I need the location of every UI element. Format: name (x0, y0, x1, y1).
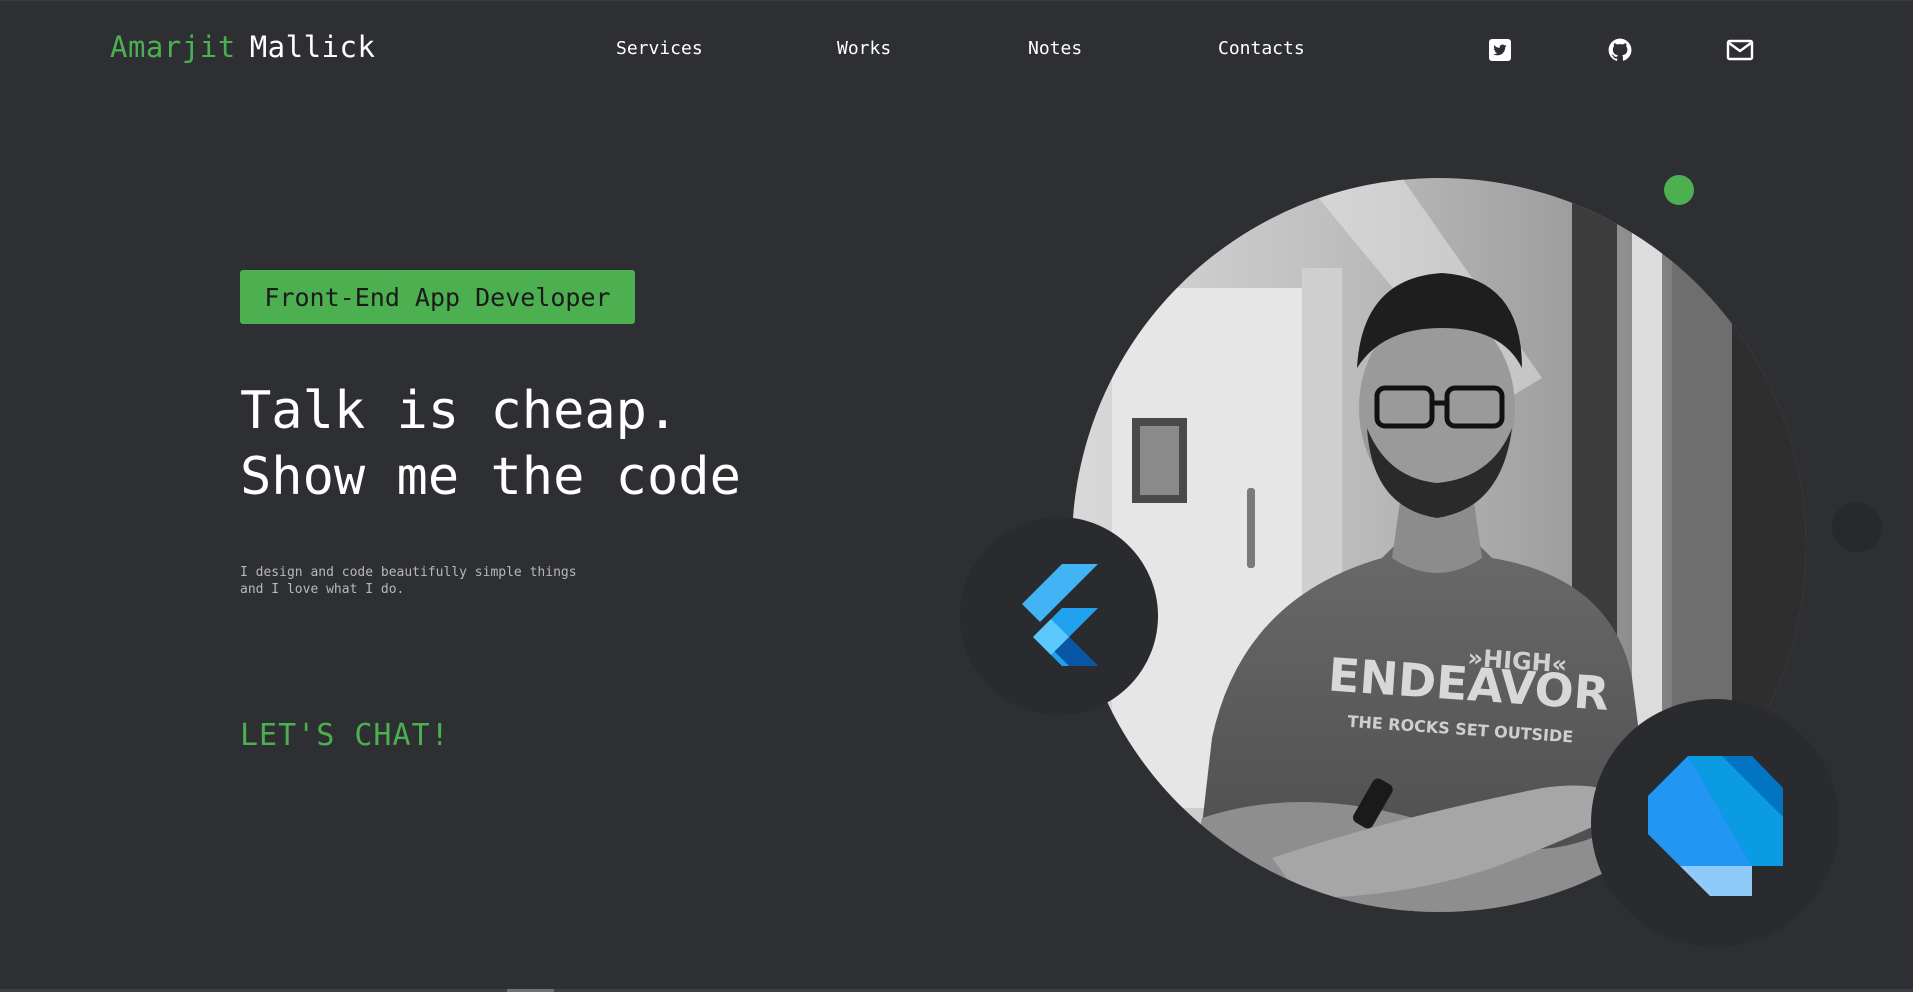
lets-chat-button[interactable]: LET'S CHAT! (240, 718, 450, 753)
nav-notes[interactable]: Notes (1028, 38, 1082, 59)
brand-logo[interactable]: Amarjit Mallick (110, 30, 375, 64)
brand-last-name: Mallick (249, 30, 376, 64)
headline-line-2: Show me the code (240, 447, 741, 507)
dart-badge (1591, 699, 1839, 947)
github-icon[interactable] (1606, 36, 1634, 64)
flutter-badge (960, 517, 1158, 715)
nav-works[interactable]: Works (837, 38, 891, 59)
brand-first-name: Amarjit (110, 30, 236, 64)
description-line-2: and I love what I do. (240, 582, 405, 597)
twitter-icon[interactable] (1486, 36, 1514, 64)
dart-icon (1648, 756, 1783, 896)
hero-headline: Talk is cheap. Show me the code (240, 378, 741, 510)
nav-contacts[interactable]: Contacts (1218, 38, 1305, 59)
mail-icon[interactable] (1726, 36, 1754, 64)
hero-description: I design and code beautifully simple thi… (240, 564, 577, 598)
role-badge: Front-End App Developer (240, 270, 635, 324)
decorative-dark-dot (1832, 502, 1882, 552)
portfolio-page: Amarjit Mallick Services Works Notes Cont… (0, 0, 1913, 992)
top-border (0, 0, 1913, 1)
description-line-1: I design and code beautifully simple thi… (240, 565, 577, 580)
headline-line-1: Talk is cheap. (240, 381, 679, 441)
decorative-green-dot (1664, 175, 1694, 205)
nav-services[interactable]: Services (616, 38, 703, 59)
flutter-icon (1022, 564, 1098, 666)
